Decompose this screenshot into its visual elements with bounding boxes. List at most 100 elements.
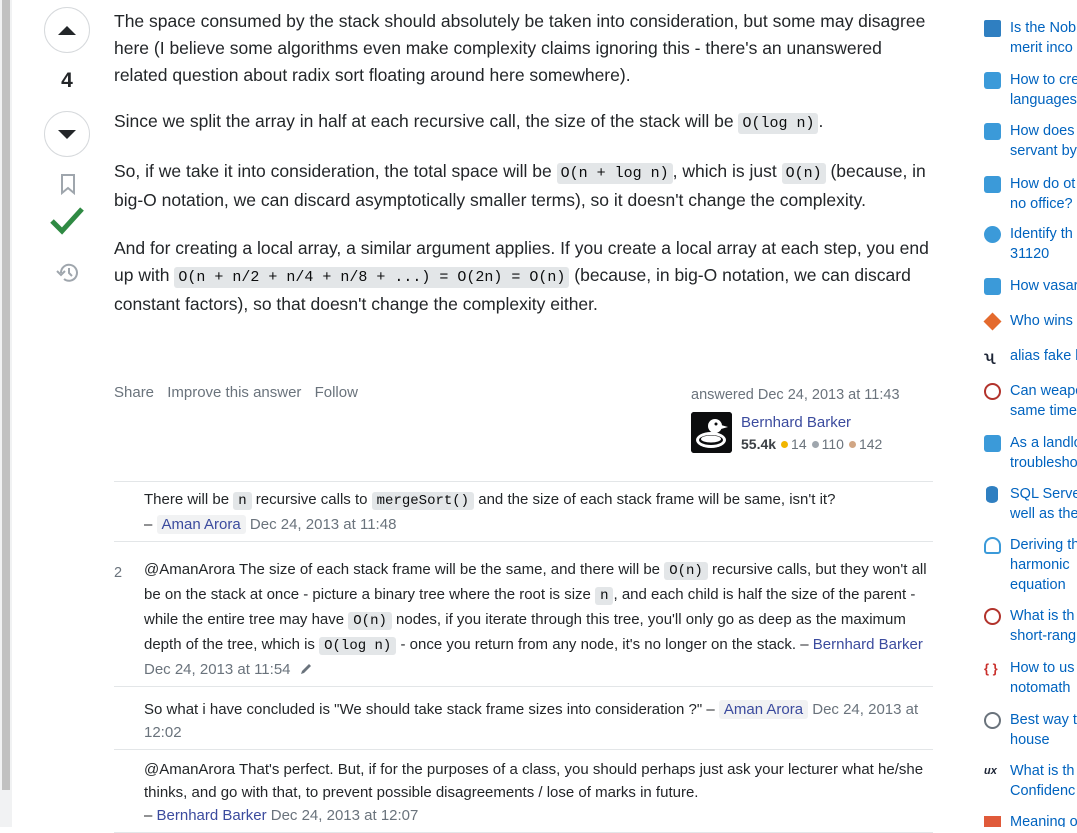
comment-text: @AmanArora That's perfect. But, if for t… bbox=[144, 761, 924, 801]
comment-date[interactable]: Dec 24, 2013 at 11:54 bbox=[144, 661, 291, 678]
comment-separator: – bbox=[144, 516, 157, 533]
reputation-score: 55.4k bbox=[741, 436, 777, 452]
comment-body: @AmanArora The size of each stack frame … bbox=[144, 552, 933, 686]
answer-paragraph: So, if we take it into consideration, th… bbox=[114, 158, 929, 214]
upvote-button[interactable] bbox=[44, 7, 90, 53]
hot-question-link[interactable]: How to us bbox=[1010, 660, 1074, 676]
arrow-down-icon bbox=[58, 129, 76, 139]
unix-icon: ʯ bbox=[984, 348, 995, 364]
hot-question-link[interactable]: Deriving th bbox=[1010, 537, 1077, 553]
answer-text: Since we split the array in half at each… bbox=[114, 111, 739, 131]
hot-question-link[interactable]: equation bbox=[1010, 577, 1066, 593]
rpg-icon bbox=[984, 383, 1001, 400]
comment-separator: – bbox=[144, 807, 157, 824]
puzzling-icon bbox=[984, 226, 1001, 243]
hot-question-link[interactable]: How to cre bbox=[1010, 72, 1077, 88]
hot-question-link[interactable]: Confidenc bbox=[1010, 783, 1075, 799]
hot-question-link[interactable]: languages bbox=[1010, 92, 1077, 108]
comment-user-link[interactable]: Bernhard Barker bbox=[157, 807, 267, 824]
dba-icon bbox=[986, 486, 998, 503]
arrow-up-icon bbox=[58, 25, 76, 35]
avatar[interactable] bbox=[691, 412, 732, 453]
hot-question-link[interactable]: troublesho bbox=[1010, 455, 1077, 471]
inline-code: O(n + log n) bbox=[556, 163, 673, 184]
hot-question-link[interactable]: well as the bbox=[1010, 506, 1077, 522]
comment-user-link[interactable]: Aman Arora bbox=[718, 700, 809, 719]
history-icon[interactable] bbox=[56, 262, 80, 284]
comment-user-link[interactable]: Aman Arora bbox=[156, 515, 246, 534]
duck-avatar-icon bbox=[691, 412, 732, 453]
gold-badge-count: 14 bbox=[791, 436, 807, 452]
hot-question-link[interactable]: harmonic bbox=[1010, 557, 1070, 573]
hot-question-link[interactable]: Best way t bbox=[1010, 712, 1077, 728]
comment-user-link[interactable]: Bernhard Barker bbox=[813, 636, 923, 653]
hot-question-link[interactable]: Identify th bbox=[1010, 226, 1073, 242]
hot-question-link[interactable]: 31120 bbox=[1010, 246, 1049, 262]
comment: There will be n recursive calls to merge… bbox=[114, 481, 933, 541]
comment-text: - once you return from any node, it's no… bbox=[396, 636, 797, 653]
hot-question-link[interactable]: What is th bbox=[1010, 608, 1074, 624]
bronze-badge-icon bbox=[848, 441, 856, 448]
hot-question-link[interactable]: notomath bbox=[1010, 680, 1070, 696]
hot-question-link[interactable]: How do ot bbox=[1010, 176, 1075, 192]
comment-separator: – bbox=[702, 701, 719, 718]
hot-network-questions: Is the Nob merit inco How to cre languages… bbox=[982, 0, 1077, 827]
scrollbar-thumb[interactable] bbox=[2, 0, 10, 790]
hot-question-link[interactable]: servant by bbox=[1010, 143, 1077, 159]
user-name-link[interactable]: Bernhard Barker bbox=[741, 414, 851, 431]
hot-question-link[interactable]: How vasar bbox=[1010, 278, 1077, 294]
comment: So what i have concluded is "We should t… bbox=[114, 686, 933, 749]
share-link[interactable]: Share bbox=[114, 384, 154, 401]
politics-icon bbox=[984, 123, 1001, 140]
hot-question-link[interactable]: What is th bbox=[1010, 763, 1074, 779]
pencil-icon bbox=[300, 664, 311, 674]
comment: 2 @AmanArora The size of each stack fram… bbox=[114, 541, 933, 686]
answer-paragraph: Since we split the array in half at each… bbox=[114, 108, 929, 137]
comment-text: and the size of each stack frame will be… bbox=[474, 491, 836, 508]
vote-score: 4 bbox=[61, 69, 73, 92]
hot-question-link[interactable]: As a landlo bbox=[1010, 435, 1077, 451]
follow-link[interactable]: Follow bbox=[315, 384, 358, 401]
user-reputation: 55.4k 14 110 142 bbox=[741, 436, 882, 452]
hot-question-link[interactable]: Meaning o bbox=[1010, 814, 1077, 827]
english-icon bbox=[984, 816, 1001, 827]
accepted-checkmark-icon bbox=[50, 207, 84, 235]
comment-separator: – bbox=[796, 636, 813, 653]
worldbuilding-icon bbox=[984, 20, 1001, 37]
physics-icon bbox=[984, 537, 1001, 554]
chemistry-icon bbox=[984, 608, 1001, 625]
hot-question-link[interactable]: Is the Nob bbox=[1010, 20, 1076, 36]
answer-body: The space consumed by the stack should a… bbox=[114, 8, 929, 339]
comment-score: 2 bbox=[114, 565, 123, 581]
comment-text: recursive calls to bbox=[251, 491, 372, 508]
comments-list: There will be n recursive calls to merge… bbox=[114, 481, 933, 833]
hot-question-link[interactable]: short-rang bbox=[1010, 628, 1076, 644]
answer-text: The space consumed by the stack should a… bbox=[114, 11, 926, 85]
improve-answer-link[interactable]: Improve this answer bbox=[167, 384, 301, 401]
hot-question-link[interactable]: Who wins bbox=[1010, 313, 1073, 329]
hot-question-link[interactable]: alias fake l bbox=[1010, 348, 1077, 364]
hot-question-link[interactable]: no office? bbox=[1010, 196, 1073, 212]
hot-question-link[interactable]: How does bbox=[1010, 123, 1074, 139]
hot-question-link[interactable]: house bbox=[1010, 732, 1050, 748]
answer-text: . bbox=[818, 111, 824, 131]
silver-badge-count: 110 bbox=[821, 436, 844, 452]
comment-date[interactable]: Dec 24, 2013 at 12:07 bbox=[271, 807, 419, 824]
comment-date[interactable]: Dec 24, 2013 at 11:48 bbox=[250, 516, 397, 533]
hot-question-link[interactable]: merit inco bbox=[1010, 40, 1073, 56]
hot-question-link[interactable]: Can weapo bbox=[1010, 383, 1077, 399]
comment: @AmanArora That's perfect. But, if for t… bbox=[114, 749, 933, 833]
law-icon bbox=[984, 176, 1001, 193]
hot-question-link[interactable]: SQL Serve bbox=[1010, 486, 1077, 502]
inline-code: O(n + n/2 + n/4 + n/8 + ...) = O(2n) = O… bbox=[174, 267, 570, 288]
inline-code: n bbox=[233, 492, 252, 510]
comment-text: So what i have concluded is "We should t… bbox=[144, 701, 703, 718]
hot-question-link[interactable]: same time bbox=[1010, 403, 1077, 419]
page-scrollbar[interactable] bbox=[0, 0, 12, 827]
bookmark-icon[interactable] bbox=[60, 174, 76, 195]
downvote-button[interactable] bbox=[44, 111, 90, 157]
diy-icon bbox=[984, 712, 1001, 729]
comment-body: @AmanArora That's perfect. But, if for t… bbox=[144, 752, 933, 832]
tex-icon: { } bbox=[984, 661, 998, 676]
answered-timestamp[interactable]: answered Dec 24, 2013 at 11:43 bbox=[691, 387, 931, 403]
